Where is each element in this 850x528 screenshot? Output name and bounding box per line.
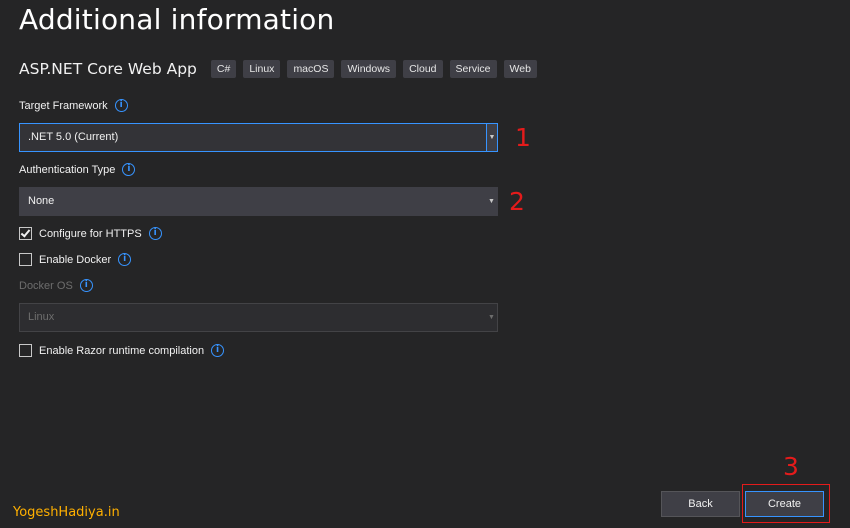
info-icon[interactable]: i (122, 163, 136, 176)
configure-https-label[interactable]: Configure for HTTPS (39, 228, 142, 240)
tag-web: Web (503, 60, 537, 78)
tag-cloud: Cloud (403, 60, 443, 78)
docker-os-select: Linux ▼ (19, 303, 498, 332)
info-icon[interactable]: i (148, 227, 162, 240)
annotation-3: 3 (783, 452, 799, 481)
info-icon[interactable]: i (211, 344, 225, 357)
docker-os-value: Linux (28, 311, 55, 323)
chevron-down-icon[interactable]: ▼ (486, 188, 497, 215)
page-title: Additional information (19, 3, 335, 36)
target-framework-label: Target Framework (19, 99, 108, 112)
configure-https-row: Configure for HTTPS i (19, 227, 162, 240)
tag-linux: Linux (243, 60, 281, 78)
enable-razor-label[interactable]: Enable Razor runtime compilation (39, 345, 204, 357)
chevron-down-icon: ▼ (488, 314, 495, 321)
authentication-type-label: Authentication Type (19, 163, 116, 176)
annotation-2: 2 (509, 187, 525, 216)
chevron-down-icon[interactable]: ▼ (486, 124, 497, 151)
info-icon[interactable]: i (79, 279, 93, 292)
target-framework-value: .NET 5.0 (Current) (28, 131, 119, 143)
tag-windows: Windows (341, 60, 397, 78)
template-tags: C# Linux macOS Windows Cloud Service Web (210, 60, 537, 78)
annotation-1: 1 (515, 123, 531, 152)
authentication-type-select[interactable]: None ▼ (19, 187, 498, 216)
checkmark-icon (20, 227, 31, 238)
enable-docker-label[interactable]: Enable Docker (39, 254, 111, 266)
authentication-type-label-row: Authentication Type i (19, 163, 136, 176)
watermark: YogeshHadiya.in (13, 505, 120, 520)
back-button[interactable]: Back (661, 491, 740, 517)
tag-csharp: C# (210, 60, 237, 78)
enable-docker-row: Enable Docker i (19, 253, 132, 266)
create-button[interactable]: Create (745, 491, 824, 517)
docker-os-label: Docker OS (19, 279, 73, 292)
enable-razor-checkbox[interactable] (19, 344, 32, 357)
target-framework-label-row: Target Framework i (19, 99, 128, 112)
configure-https-checkbox[interactable] (19, 227, 32, 240)
docker-os-label-row: Docker OS i (19, 279, 93, 292)
tag-macos: macOS (287, 60, 335, 78)
template-name: ASP.NET Core Web App (19, 60, 197, 78)
enable-docker-checkbox[interactable] (19, 253, 32, 266)
enable-razor-row: Enable Razor runtime compilation i (19, 344, 225, 357)
template-header: ASP.NET Core Web App C# Linux macOS Wind… (19, 60, 537, 78)
info-icon[interactable]: i (118, 253, 132, 266)
tag-service: Service (449, 60, 497, 78)
target-framework-select[interactable]: .NET 5.0 (Current) ▼ (19, 123, 498, 152)
info-icon[interactable]: i (114, 99, 128, 112)
authentication-type-value: None (28, 195, 55, 207)
